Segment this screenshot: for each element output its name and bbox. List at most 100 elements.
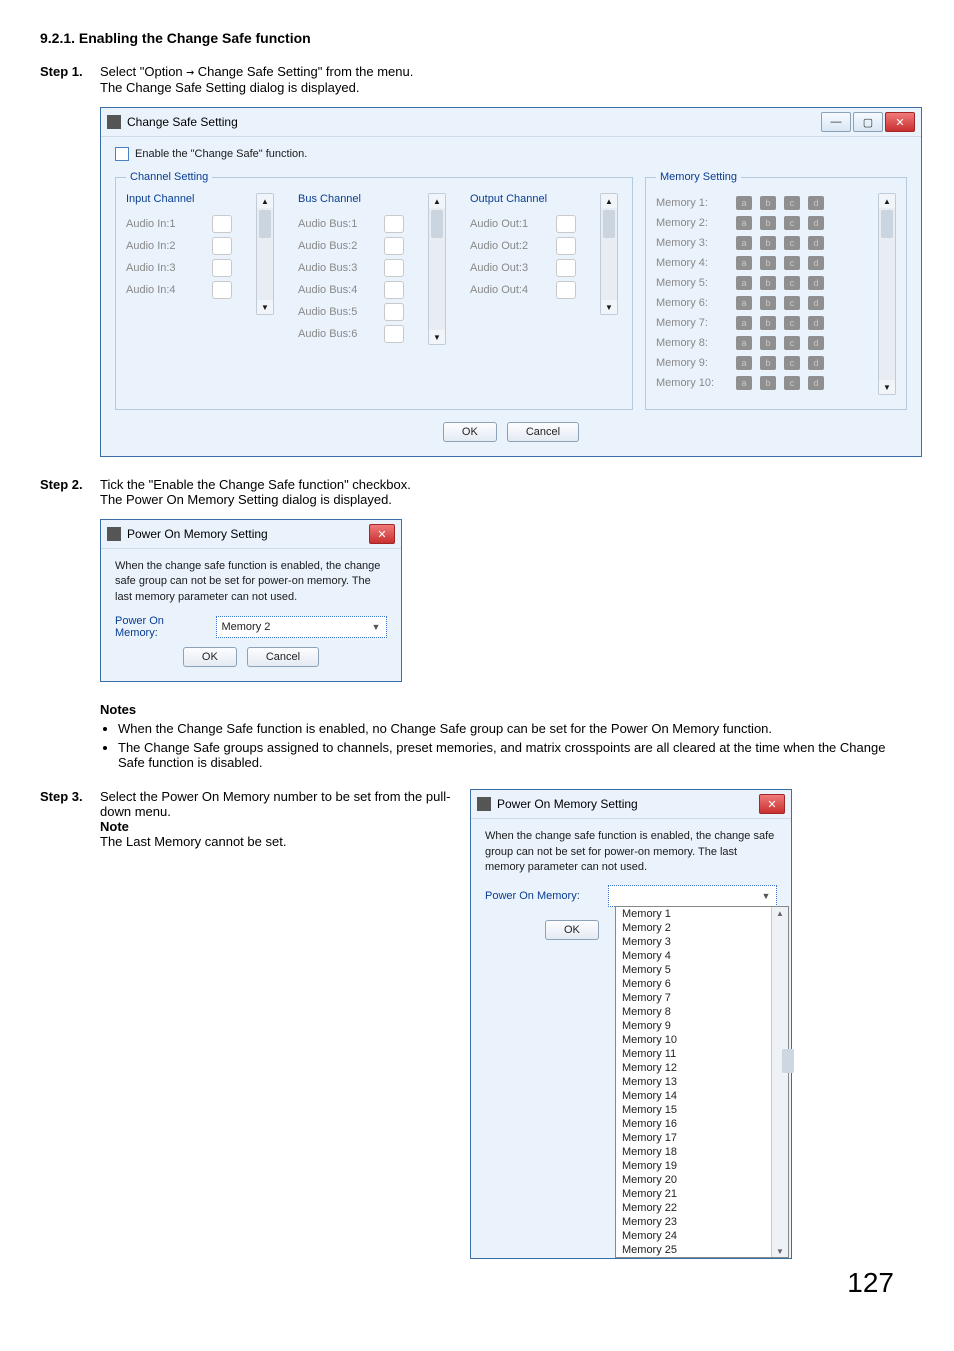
scroll-down-icon[interactable]: ▼ (429, 330, 445, 344)
memory-group-button[interactable]: a (736, 316, 752, 330)
dropdown-option[interactable]: Memory 18 (616, 1145, 771, 1159)
memory-group-button[interactable]: c (784, 336, 800, 350)
scroll-thumb[interactable] (259, 210, 271, 238)
memory-group-button[interactable]: c (784, 196, 800, 210)
maximize-button[interactable]: ▢ (853, 112, 883, 132)
scroll-thumb[interactable] (782, 1049, 794, 1073)
memory-scrollbar[interactable]: ▲ ▼ (878, 193, 896, 395)
memory-group-button[interactable]: c (784, 256, 800, 270)
memory-group-button[interactable]: b (760, 236, 776, 250)
memory-group-button[interactable]: d (808, 276, 824, 290)
channel-toggle[interactable] (556, 281, 576, 299)
close-button[interactable]: ✕ (759, 794, 785, 814)
dropdown-option[interactable]: Memory 3 (616, 935, 771, 949)
channel-toggle[interactable] (384, 325, 404, 343)
enable-change-safe-checkbox[interactable] (115, 147, 129, 161)
power-on-memory-select[interactable]: ▼ (608, 885, 777, 907)
dropdown-option[interactable]: Memory 6 (616, 977, 771, 991)
memory-group-button[interactable]: d (808, 336, 824, 350)
scroll-down-icon[interactable]: ▼ (257, 300, 273, 314)
dropdown-option[interactable]: Memory 23 (616, 1215, 771, 1229)
power-on-memory-dropdown-list[interactable]: Memory 1Memory 2Memory 3Memory 4Memory 5… (615, 906, 789, 1258)
scroll-thumb[interactable] (431, 210, 443, 238)
dropdown-option[interactable]: Memory 14 (616, 1089, 771, 1103)
ok-button[interactable]: OK (545, 920, 599, 940)
memory-group-button[interactable]: a (736, 236, 752, 250)
memory-group-button[interactable]: c (784, 316, 800, 330)
memory-group-button[interactable]: a (736, 216, 752, 230)
memory-group-button[interactable]: b (760, 196, 776, 210)
dropdown-option[interactable]: Memory 17 (616, 1131, 771, 1145)
memory-group-button[interactable]: a (736, 376, 752, 390)
channel-toggle[interactable] (384, 237, 404, 255)
dropdown-scrollbar[interactable]: ▲ ▼ (771, 907, 788, 1257)
close-button[interactable]: ✕ (369, 524, 395, 544)
dropdown-option[interactable]: Memory 10 (616, 1033, 771, 1047)
memory-group-button[interactable]: b (760, 316, 776, 330)
channel-toggle[interactable] (212, 259, 232, 277)
channel-toggle[interactable] (212, 281, 232, 299)
close-button[interactable]: ✕ (885, 112, 915, 132)
memory-group-button[interactable]: d (808, 256, 824, 270)
memory-group-button[interactable]: d (808, 196, 824, 210)
cancel-button[interactable]: Cancel (247, 647, 319, 667)
memory-group-button[interactable]: d (808, 316, 824, 330)
memory-group-button[interactable]: b (760, 296, 776, 310)
memory-group-button[interactable]: b (760, 276, 776, 290)
dropdown-option[interactable]: Memory 21 (616, 1187, 771, 1201)
memory-group-button[interactable]: c (784, 276, 800, 290)
dropdown-option[interactable]: Memory 2 (616, 921, 771, 935)
dropdown-option[interactable]: Memory 9 (616, 1019, 771, 1033)
scroll-up-icon[interactable]: ▲ (601, 194, 617, 208)
memory-group-button[interactable]: a (736, 296, 752, 310)
dropdown-option[interactable]: Memory 13 (616, 1075, 771, 1089)
scroll-up-icon[interactable]: ▲ (772, 907, 788, 919)
power-on-memory-select[interactable]: Memory 2 ▼ (216, 616, 387, 638)
bus-scrollbar[interactable]: ▲ ▼ (428, 193, 446, 345)
memory-group-button[interactable]: c (784, 356, 800, 370)
channel-toggle[interactable] (212, 237, 232, 255)
ok-button[interactable]: OK (183, 647, 237, 667)
channel-toggle[interactable] (212, 215, 232, 233)
dropdown-option[interactable]: Memory 11 (616, 1047, 771, 1061)
memory-group-button[interactable]: d (808, 296, 824, 310)
scroll-down-icon[interactable]: ▼ (879, 380, 895, 394)
ok-button[interactable]: OK (443, 422, 497, 442)
dropdown-option[interactable]: Memory 15 (616, 1103, 771, 1117)
memory-group-button[interactable]: d (808, 376, 824, 390)
channel-toggle[interactable] (556, 259, 576, 277)
memory-group-button[interactable]: a (736, 356, 752, 370)
dropdown-option[interactable]: Memory 16 (616, 1117, 771, 1131)
channel-toggle[interactable] (384, 281, 404, 299)
memory-group-button[interactable]: b (760, 336, 776, 350)
memory-group-button[interactable]: a (736, 336, 752, 350)
scroll-down-icon[interactable]: ▼ (772, 1245, 788, 1257)
memory-group-button[interactable]: c (784, 216, 800, 230)
dropdown-option[interactable]: Memory 22 (616, 1201, 771, 1215)
dropdown-option[interactable]: Memory 7 (616, 991, 771, 1005)
output-scrollbar[interactable]: ▲ ▼ (600, 193, 618, 315)
dropdown-option[interactable]: Memory 24 (616, 1229, 771, 1243)
input-scrollbar[interactable]: ▲ ▼ (256, 193, 274, 315)
scroll-thumb[interactable] (603, 210, 615, 238)
memory-group-button[interactable]: c (784, 296, 800, 310)
memory-group-button[interactable]: b (760, 356, 776, 370)
cancel-button[interactable]: Cancel (507, 422, 579, 442)
channel-toggle[interactable] (556, 237, 576, 255)
memory-group-button[interactable]: b (760, 376, 776, 390)
minimize-button[interactable]: — (821, 112, 851, 132)
dropdown-option[interactable]: Memory 19 (616, 1159, 771, 1173)
dropdown-option[interactable]: Memory 25 (616, 1243, 771, 1257)
scroll-up-icon[interactable]: ▲ (429, 194, 445, 208)
memory-group-button[interactable]: b (760, 256, 776, 270)
memory-group-button[interactable]: d (808, 216, 824, 230)
memory-group-button[interactable]: d (808, 236, 824, 250)
scroll-thumb[interactable] (881, 210, 893, 238)
channel-toggle[interactable] (384, 259, 404, 277)
scroll-up-icon[interactable]: ▲ (257, 194, 273, 208)
scroll-down-icon[interactable]: ▼ (601, 300, 617, 314)
dropdown-option[interactable]: Memory 4 (616, 949, 771, 963)
channel-toggle[interactable] (384, 215, 404, 233)
dropdown-option[interactable]: Memory 1 (616, 907, 771, 921)
memory-group-button[interactable]: c (784, 376, 800, 390)
